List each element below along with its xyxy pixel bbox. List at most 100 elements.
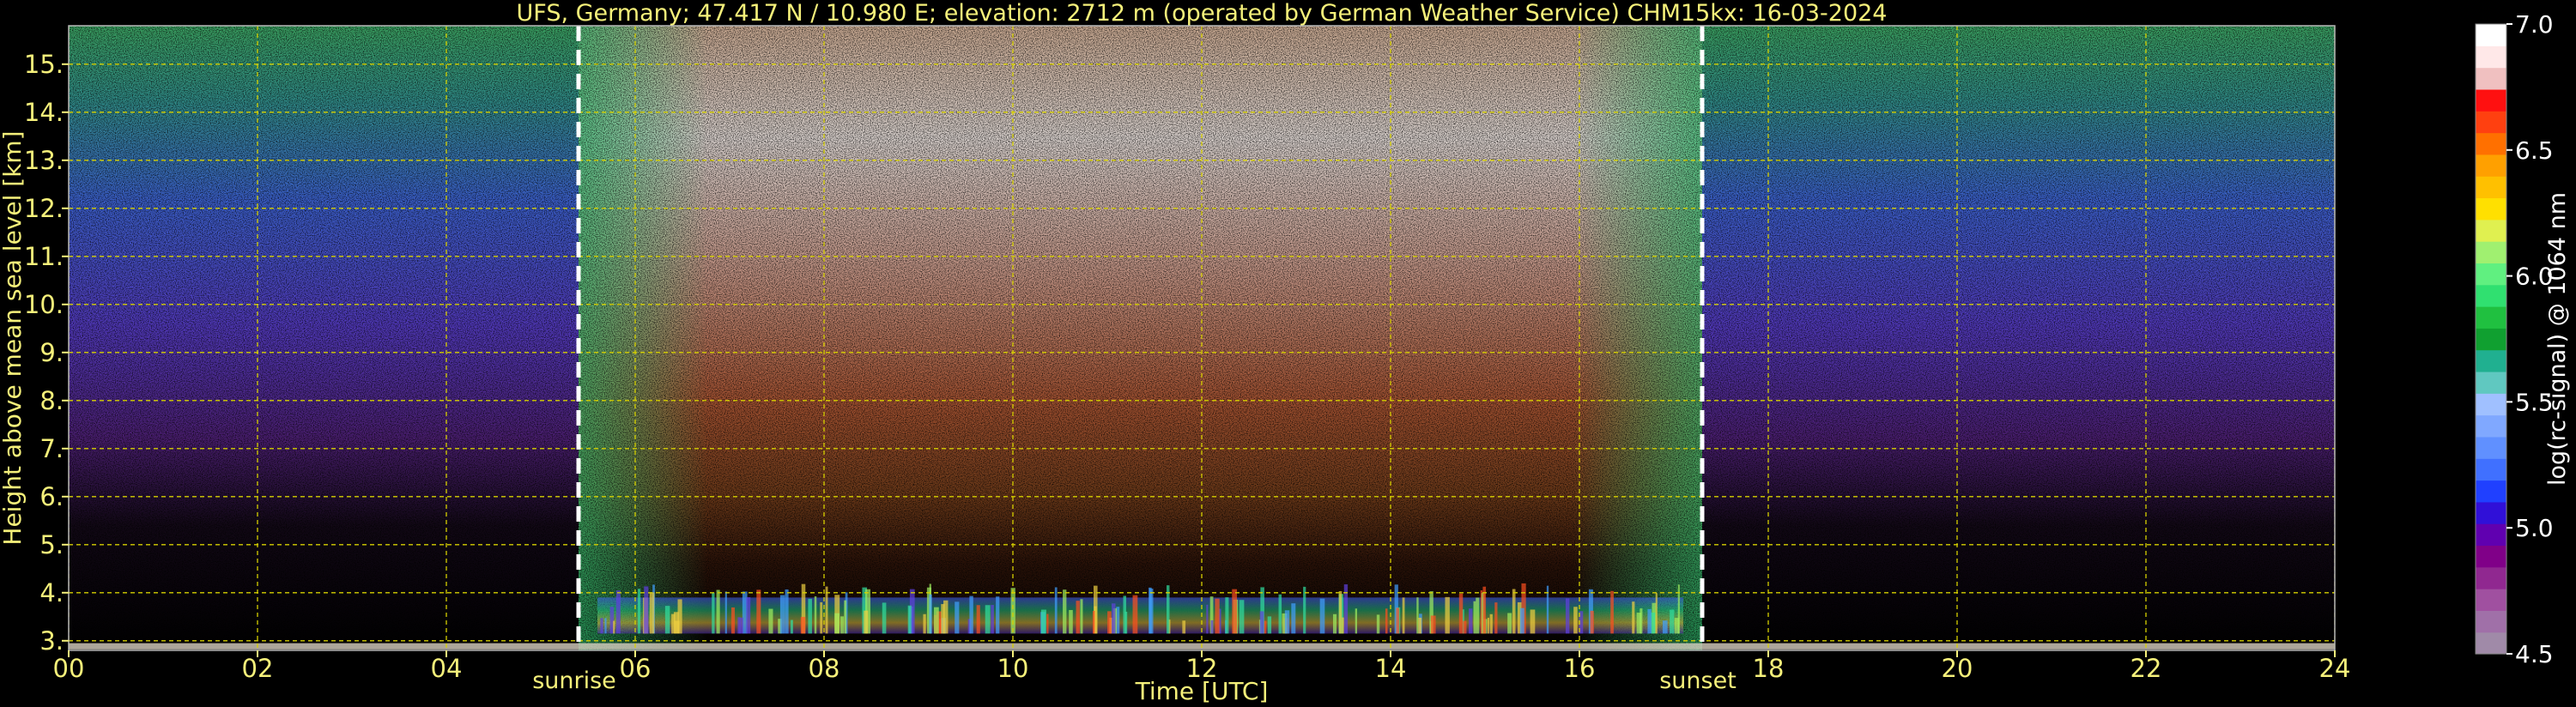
colorbar-segment <box>2476 501 2506 524</box>
signal-streak <box>1215 598 1220 634</box>
colorbar-segment <box>2476 523 2506 547</box>
colorbar-segment <box>2476 566 2506 589</box>
signal-streak <box>1636 613 1642 634</box>
signal-streak <box>1458 593 1464 634</box>
signal-streak <box>1182 620 1186 634</box>
signal-streak <box>746 597 751 634</box>
colorbar-segment <box>2476 306 2506 329</box>
x-tick-label: 18 <box>1753 654 1785 683</box>
signal-streak <box>644 586 649 634</box>
signal-streak <box>1487 618 1489 634</box>
x-tick-label: 08 <box>809 654 840 683</box>
signal-streak <box>1573 607 1578 634</box>
colorbar-segment <box>2476 414 2506 438</box>
signal-streak <box>1662 620 1668 634</box>
ceilometer-chart: 00 02 04 06 08 10 12 14 16 18 20 22 24 3.4.5.6.7.8.9… <box>0 0 2571 705</box>
signal-streak <box>1225 597 1229 634</box>
signal-streak <box>1396 607 1400 634</box>
signal-streak <box>955 601 960 634</box>
y-tick-label: 6. <box>39 482 64 511</box>
signal-streak <box>1338 590 1343 634</box>
x-tick-label: 20 <box>1942 654 1973 683</box>
signal-streak <box>1342 617 1344 634</box>
signal-streak <box>1123 595 1126 634</box>
signal-streak <box>1232 589 1238 634</box>
signal-streak <box>768 608 773 634</box>
signal-streak <box>1132 595 1138 634</box>
y-tick-label: 12. <box>24 194 64 223</box>
sun-marker-labels: sunrise sunset <box>532 668 1737 694</box>
colorbar-segment <box>2476 241 2506 264</box>
signal-streak <box>1632 601 1635 634</box>
signal-streak <box>1076 601 1080 634</box>
x-tick-label: 10 <box>997 654 1029 683</box>
signal-streak <box>1112 603 1116 634</box>
y-tick-label: 3. <box>39 626 64 656</box>
signal-streak <box>1463 620 1467 634</box>
colorbar-segment <box>2476 263 2506 286</box>
colorbar-tick-label: 7.0 <box>2515 10 2554 39</box>
signal-streak <box>1476 597 1480 634</box>
signal-streak <box>1259 611 1264 634</box>
signal-streak <box>1565 598 1570 634</box>
signal-streak <box>814 595 817 634</box>
colorbar-segment <box>2476 132 2506 155</box>
signal-streak <box>615 590 621 634</box>
signal-streak <box>840 616 845 634</box>
signal-streak <box>1416 597 1419 634</box>
signal-streak <box>1069 609 1073 634</box>
signal-streak <box>907 605 912 634</box>
signal-streak <box>1284 610 1290 634</box>
signal-streak <box>923 613 926 634</box>
signal-streak <box>864 610 869 634</box>
colorbar-segment <box>2476 88 2506 112</box>
colorbar: 4.55.05.56.06.57.0 <box>2475 10 2554 668</box>
signal-streak <box>1092 610 1095 634</box>
signal-streak <box>716 589 720 634</box>
signal-streak <box>731 607 736 634</box>
x-tick-label: 24 <box>2319 654 2351 683</box>
signal-streak <box>671 613 676 634</box>
x-axis-label: Time [UTC] <box>1135 677 1269 705</box>
y-tick-label: 10. <box>24 290 64 319</box>
signal-streak <box>677 599 682 634</box>
signal-streak <box>1385 608 1388 634</box>
y-tick-label: 9. <box>39 338 64 367</box>
signal-streak <box>664 606 670 634</box>
signal-streak <box>1482 586 1487 634</box>
signal-streak <box>1610 590 1614 634</box>
x-tick-label: 14 <box>1375 654 1407 683</box>
colorbar-tick-label: 4.5 <box>2515 640 2554 668</box>
signal-streak <box>1430 615 1436 634</box>
colorbar-segment <box>2476 436 2506 459</box>
colorbar-segment <box>2476 458 2506 481</box>
signal-streak <box>1080 599 1083 634</box>
signal-streak <box>785 589 789 634</box>
signal-streak <box>1291 603 1296 634</box>
x-tick-label: 22 <box>2131 654 2162 683</box>
signal-streak <box>943 600 949 634</box>
colorbar-segment <box>2476 393 2506 416</box>
signal-streak <box>613 620 615 634</box>
signal-streak <box>1149 588 1154 634</box>
colorbar-segment <box>2476 284 2506 307</box>
signal-streak <box>739 617 743 634</box>
signal-streak <box>800 617 806 634</box>
colorbar-label: log(rc-signal) @ 1064 nm <box>2544 192 2571 486</box>
signal-streak <box>1651 612 1656 634</box>
x-tick-label: 02 <box>242 654 274 683</box>
colorbar-segment <box>2476 349 2506 372</box>
sun-marker-label: sunrise <box>532 668 616 694</box>
y-tick-label: 8. <box>39 386 64 415</box>
signal-streak <box>604 618 607 634</box>
y-axis: 3. 4. 5. 6. 7. 8. 9. 10. 11. 12. 13. 14. 15. <box>24 50 69 656</box>
signal-streak <box>790 619 793 634</box>
colorbar-segment <box>2476 371 2506 394</box>
signal-streak <box>1512 589 1516 634</box>
colorbar-segment <box>2476 154 2506 177</box>
y-tick-label: 14. <box>24 98 64 127</box>
signal-streak <box>933 607 939 634</box>
x-tick-label: 04 <box>431 654 463 683</box>
y-axis-label: Height above mean sea level [km] <box>0 130 27 545</box>
signal-streak <box>1670 609 1675 634</box>
